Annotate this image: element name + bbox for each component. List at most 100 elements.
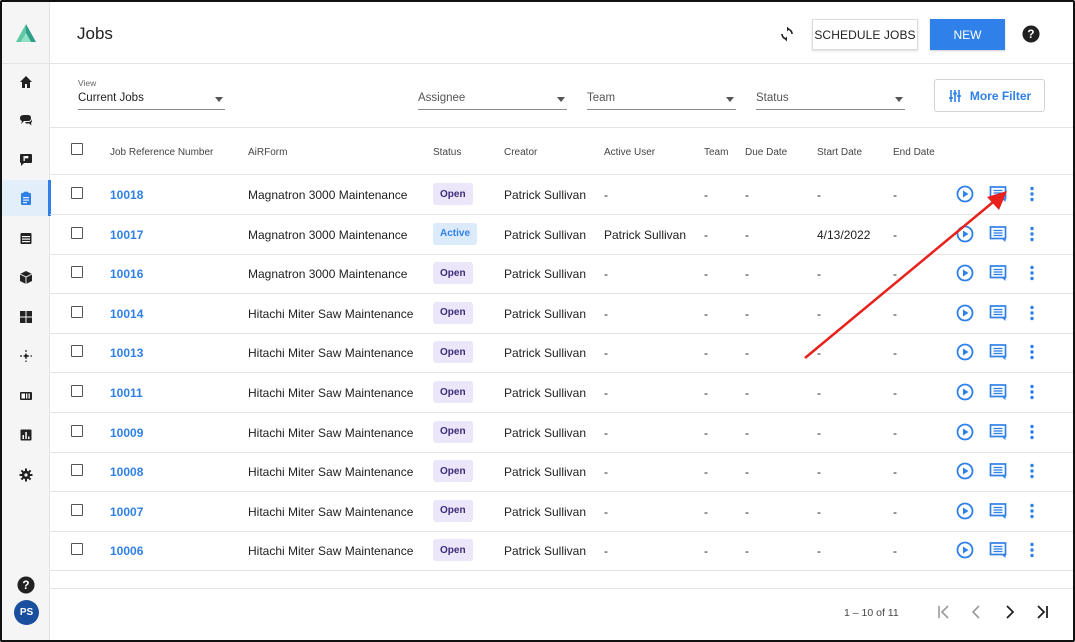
- more-filter-button[interactable]: More Filter: [934, 79, 1045, 112]
- view-select[interactable]: Current Jobs: [78, 88, 225, 110]
- more-vert-icon[interactable]: [1023, 185, 1041, 203]
- table-row[interactable]: 10014 Hitachi Miter Saw Maintenance Open Pa…: [50, 294, 1073, 334]
- row-checkbox[interactable]: [71, 187, 83, 199]
- status-badge: Open: [433, 262, 473, 285]
- more-vert-icon[interactable]: [1023, 462, 1041, 480]
- row-checkbox[interactable]: [71, 464, 83, 477]
- comment-icon[interactable]: [989, 423, 1007, 441]
- sidebar-item-move[interactable]: [2, 338, 50, 374]
- more-vert-icon[interactable]: [1023, 225, 1041, 243]
- sidebar-item-clipboard[interactable]: [2, 180, 51, 216]
- schedule-jobs-button[interactable]: SCHEDULE JOBS: [812, 19, 918, 50]
- job-reference-link[interactable]: 10013: [110, 346, 143, 360]
- play-circle-icon[interactable]: [956, 185, 974, 203]
- job-reference-link[interactable]: 10011: [110, 386, 143, 400]
- table-row[interactable]: 10008 Hitachi Miter Saw Maintenance Open Pa…: [50, 452, 1073, 493]
- table-row[interactable]: 10017 Magnatron 3000 Maintenance Active Pat…: [50, 215, 1073, 255]
- sidebar-item-chat[interactable]: [2, 102, 50, 138]
- job-reference-link[interactable]: 10017: [110, 228, 143, 242]
- last-page-icon[interactable]: [1032, 602, 1052, 622]
- comment-icon[interactable]: [989, 541, 1007, 559]
- row-checkbox[interactable]: [71, 503, 83, 516]
- more-vert-icon[interactable]: [1023, 304, 1041, 322]
- more-vert-icon[interactable]: [1023, 383, 1041, 401]
- select-all-checkbox[interactable]: [71, 143, 83, 155]
- row-checkbox[interactable]: [71, 345, 83, 358]
- column-header[interactable]: Team: [704, 147, 728, 158]
- play-circle-icon[interactable]: [956, 225, 974, 243]
- sidebar-item-badge[interactable]: [2, 378, 50, 414]
- column-header[interactable]: Active User: [604, 147, 655, 158]
- sidebar-item-message-flag[interactable]: [2, 141, 50, 177]
- help-icon[interactable]: ?: [17, 576, 35, 594]
- status-badge: Open: [433, 381, 473, 403]
- new-button[interactable]: NEW: [930, 19, 1005, 50]
- comment-icon[interactable]: [989, 225, 1007, 243]
- sidebar-item-gear[interactable]: [2, 457, 50, 493]
- table-row[interactable]: 10007 Hitachi Miter Saw Maintenance Open Pa…: [50, 492, 1073, 532]
- job-reference-link[interactable]: 10009: [110, 426, 143, 440]
- more-vert-icon[interactable]: [1023, 541, 1041, 559]
- play-circle-icon[interactable]: [956, 423, 974, 441]
- comment-icon[interactable]: [989, 343, 1007, 361]
- job-reference-link[interactable]: 10006: [110, 544, 143, 558]
- view-select-value: Current Jobs: [78, 92, 144, 104]
- job-reference-link[interactable]: 10014: [110, 307, 143, 321]
- sidebar-item-home[interactable]: [2, 64, 50, 100]
- assignee-select[interactable]: Assignee: [418, 88, 567, 110]
- avatar[interactable]: PS: [14, 600, 39, 625]
- row-checkbox[interactable]: [71, 385, 83, 397]
- row-checkbox[interactable]: [71, 266, 83, 279]
- table-row[interactable]: 10013 Hitachi Miter Saw Maintenance Open Pa…: [50, 333, 1073, 374]
- job-reference-link[interactable]: 10007: [110, 505, 143, 519]
- sidebar-item-calendar[interactable]: [2, 220, 50, 256]
- table-row[interactable]: 10006 Hitachi Miter Saw Maintenance Open Pa…: [50, 531, 1073, 572]
- previous-page-icon[interactable]: [966, 602, 986, 622]
- play-circle-icon[interactable]: [956, 304, 974, 322]
- more-vert-icon[interactable]: [1023, 423, 1041, 441]
- table-row[interactable]: 10011 Hitachi Miter Saw Maintenance Open Pa…: [50, 373, 1073, 413]
- play-circle-icon[interactable]: [956, 541, 974, 559]
- sidebar-item-dashboard[interactable]: [2, 299, 50, 335]
- column-header[interactable]: Status: [433, 147, 461, 158]
- comment-icon[interactable]: [989, 462, 1007, 480]
- job-reference-link[interactable]: 10018: [110, 188, 143, 202]
- column-header[interactable]: Start Date: [817, 147, 862, 158]
- row-checkbox[interactable]: [71, 543, 83, 556]
- comment-icon[interactable]: [989, 185, 1007, 203]
- column-header[interactable]: Due Date: [745, 147, 787, 158]
- job-reference-link[interactable]: 10008: [110, 465, 143, 479]
- row-checkbox[interactable]: [71, 226, 83, 239]
- team-select[interactable]: Team: [587, 88, 736, 110]
- app-logo[interactable]: [2, 2, 50, 64]
- play-circle-icon[interactable]: [956, 383, 974, 401]
- refresh-icon[interactable]: [779, 26, 795, 42]
- play-circle-icon[interactable]: [956, 502, 974, 520]
- comment-icon[interactable]: [989, 383, 1007, 401]
- job-reference-link[interactable]: 10016: [110, 267, 143, 281]
- table-row[interactable]: 10009 Hitachi Miter Saw Maintenance Open Pa…: [50, 413, 1073, 453]
- table-row[interactable]: 10018 Magnatron 3000 Maintenance Open Patri…: [50, 175, 1073, 215]
- play-circle-icon[interactable]: [956, 462, 974, 480]
- status-select[interactable]: Status: [756, 88, 905, 110]
- help-icon[interactable]: ?: [1022, 25, 1040, 43]
- table-row[interactable]: 10016 Magnatron 3000 Maintenance Open Patri…: [50, 254, 1073, 295]
- play-circle-icon[interactable]: [956, 264, 974, 282]
- comment-icon[interactable]: [989, 264, 1007, 282]
- first-page-icon[interactable]: [934, 602, 954, 622]
- row-checkbox[interactable]: [71, 305, 83, 318]
- more-vert-icon[interactable]: [1023, 502, 1041, 520]
- more-vert-icon[interactable]: [1023, 264, 1041, 282]
- column-header[interactable]: AiRForm: [248, 147, 287, 158]
- more-vert-icon[interactable]: [1023, 343, 1041, 361]
- next-page-icon[interactable]: [1000, 602, 1020, 622]
- sidebar-item-chart[interactable]: [2, 417, 50, 453]
- play-circle-icon[interactable]: [956, 343, 974, 361]
- column-header[interactable]: End Date: [893, 147, 935, 158]
- column-header[interactable]: Job Reference Number: [110, 147, 213, 158]
- sidebar-item-box[interactable]: [2, 259, 50, 295]
- column-header[interactable]: Creator: [504, 147, 537, 158]
- comment-icon[interactable]: [989, 304, 1007, 322]
- comment-icon[interactable]: [989, 502, 1007, 520]
- row-checkbox[interactable]: [71, 424, 83, 437]
